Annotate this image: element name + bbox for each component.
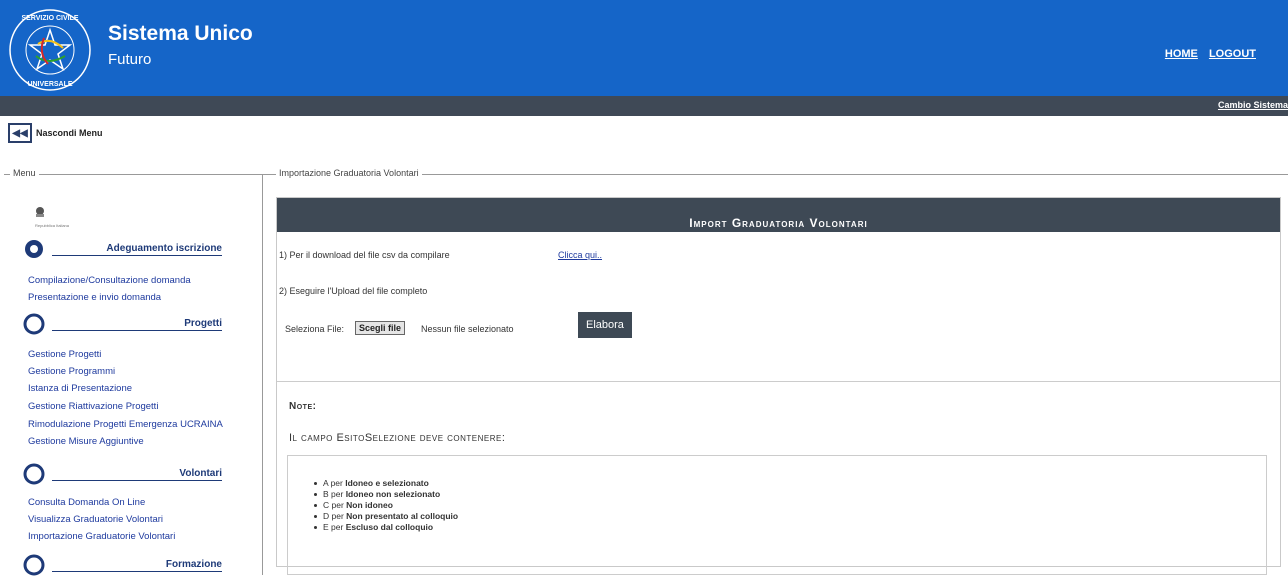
- gear-icon: [23, 313, 45, 335]
- menu-fieldset: Menu Repubblica Italiana Adeguamento isc…: [4, 168, 263, 577]
- esito-list: A per Idoneo e selezionato B per Idoneo …: [314, 478, 458, 533]
- panel-divider: [277, 381, 1280, 382]
- gear-icon: [23, 463, 45, 485]
- list-item: B per Idoneo non selezionato: [314, 489, 458, 500]
- svg-text:UNIVERSALE: UNIVERSALE: [27, 81, 72, 88]
- repubblica-emblem: Repubblica Italiana: [34, 205, 70, 228]
- top-links: HOME LOGOUT: [1157, 48, 1256, 60]
- section-volontari[interactable]: Volontari: [22, 462, 222, 486]
- menu-item-importazione-graduatorie-volontari[interactable]: Importazione Graduatorie Volontari: [28, 531, 175, 542]
- cambio-sistema-link[interactable]: Cambio Sistema: [1218, 100, 1288, 110]
- menu-item-presentazione-invio-domanda[interactable]: Presentazione e invio domanda: [28, 292, 161, 303]
- menu-item-gestione-riattivazione-progetti[interactable]: Gestione Riattivazione Progetti: [28, 401, 158, 412]
- top-header: SERVIZIO CIVILE UNIVERSALE Sistema Unico…: [0, 0, 1288, 96]
- menu-item-gestione-misure-aggiuntive[interactable]: Gestione Misure Aggiuntive: [28, 436, 144, 447]
- elabora-button[interactable]: Elabora: [578, 312, 632, 338]
- section-title: Volontari: [52, 468, 222, 481]
- emblem-text: Repubblica Italiana: [34, 223, 70, 228]
- italian-emblem-icon: [36, 207, 44, 217]
- step2-text: 2) Eseguire l'Upload del file completo: [279, 286, 428, 296]
- hide-menu-label: Nascondi Menu: [36, 128, 103, 138]
- esito-instruction: Il campo EsitoSelezione deve contenere:: [289, 432, 506, 444]
- section-title: Progetti: [52, 318, 222, 331]
- logout-link[interactable]: LOGOUT: [1209, 48, 1256, 60]
- gear-icon: [23, 554, 45, 576]
- import-panel: Import Graduatoria Volontari 1) Per il d…: [276, 197, 1281, 575]
- app-title: Sistema Unico: [108, 22, 253, 45]
- menu-item-compilazione-consultazione-domanda[interactable]: Compilazione/Consultazione domanda: [28, 275, 191, 286]
- menu-item-visualizza-graduatorie-volontari[interactable]: Visualizza Graduatorie Volontari: [28, 514, 163, 525]
- servizio-civile-universale-logo-icon: SERVIZIO CIVILE UNIVERSALE: [9, 9, 91, 91]
- step1-text: 1) Per il download del file csv da compi…: [279, 250, 450, 260]
- list-item: A per Idoneo e selezionato: [314, 478, 458, 489]
- section-title: Formazione: [52, 559, 222, 572]
- choose-file-button[interactable]: Scegli file: [355, 321, 406, 335]
- section-adeguamento-iscrizione[interactable]: Adeguamento iscrizione: [22, 237, 222, 261]
- list-item: C per Non idoneo: [314, 500, 458, 511]
- menu-item-consulta-domanda-online[interactable]: Consulta Domanda On Line: [28, 497, 145, 508]
- section-title: Adeguamento iscrizione: [52, 243, 222, 256]
- menu-item-gestione-progetti[interactable]: Gestione Progetti: [28, 349, 101, 360]
- no-file-text: Nessun file selezionato: [421, 324, 514, 334]
- double-left-arrow-icon[interactable]: ◀◀: [8, 123, 32, 143]
- list-item: E per Escluso dal colloquio: [314, 522, 458, 533]
- esito-box: A per Idoneo e selezionato B per Idoneo …: [287, 455, 1267, 575]
- main-legend: Importazione Graduatoria Volontari: [276, 168, 422, 178]
- menu-legend: Menu: [10, 168, 39, 178]
- download-csv-link[interactable]: Clicca qui..: [558, 250, 602, 260]
- note-title: Note:: [289, 401, 317, 412]
- home-link[interactable]: HOME: [1165, 48, 1198, 60]
- section-progetti[interactable]: Progetti: [22, 312, 222, 336]
- menu-item-rimodulazione-progetti-ucraina[interactable]: Rimodulazione Progetti Emergenza UCRAINA: [28, 419, 223, 430]
- menu-item-istanza-presentazione[interactable]: Istanza di Presentazione: [28, 383, 132, 394]
- menu-item-gestione-programmi[interactable]: Gestione Programmi: [28, 366, 115, 377]
- app-subtitle: Futuro: [108, 51, 152, 68]
- svg-text:SERVIZIO CIVILE: SERVIZIO CIVILE: [21, 15, 78, 22]
- file-label: Seleziona File:: [285, 324, 345, 334]
- gear-icon: [25, 240, 43, 258]
- list-item: D per Non presentato al colloquio: [314, 511, 458, 522]
- section-formazione[interactable]: Formazione: [22, 553, 222, 577]
- sub-header-bar: Cambio Sistema: [0, 96, 1288, 116]
- hide-menu-button[interactable]: ◀◀ Nascondi Menu: [8, 123, 103, 143]
- panel-title: Import Graduatoria Volontari: [277, 198, 1280, 232]
